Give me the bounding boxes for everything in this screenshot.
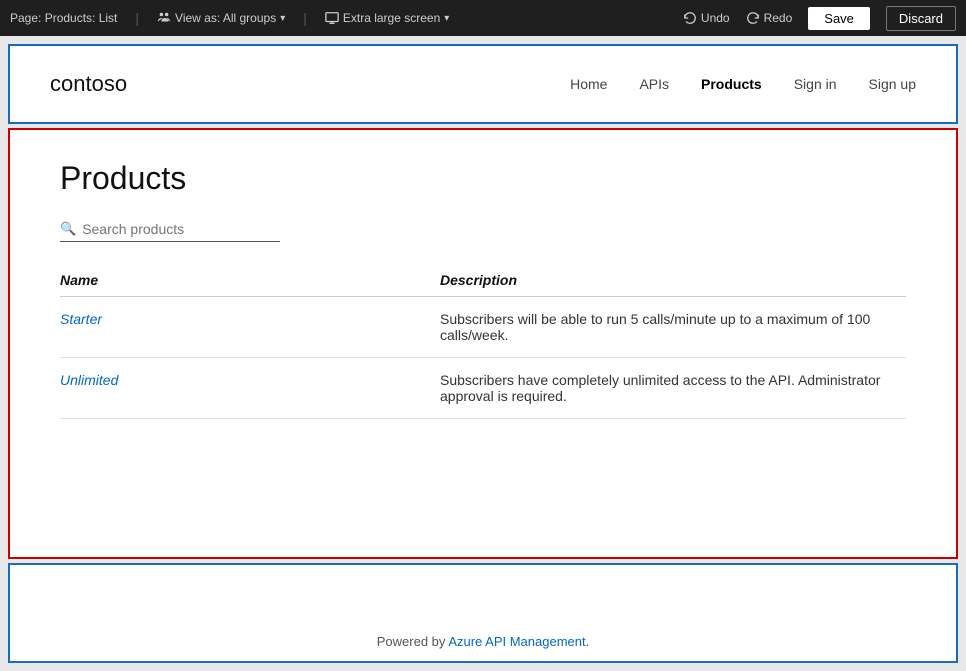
search-input[interactable]	[82, 221, 280, 237]
nav-apis[interactable]: APIs	[639, 76, 669, 92]
content-panel: Products 🔍 Name Description Starter Subs…	[8, 128, 958, 559]
undo-icon	[683, 11, 697, 25]
footer-panel: Powered by Azure API Management.	[8, 563, 958, 663]
main-nav: Home APIs Products Sign in Sign up	[570, 76, 916, 92]
nav-products[interactable]: Products	[701, 76, 762, 92]
product-desc-unlimited: Subscribers have completely unlimited ac…	[440, 358, 906, 419]
product-name-starter: Starter	[60, 297, 440, 358]
redo-label: Redo	[764, 11, 793, 25]
nav-signin[interactable]: Sign in	[794, 76, 837, 92]
page-label: Page: Products: List	[10, 11, 117, 25]
toolbar-sep1: |	[135, 10, 139, 26]
search-icon: 🔍	[60, 221, 76, 237]
header-panel: contoso Home APIs Products Sign in Sign …	[8, 44, 958, 124]
col-name-header: Name	[60, 272, 440, 297]
nav-signup[interactable]: Sign up	[869, 76, 916, 92]
search-wrapper: 🔍	[60, 221, 280, 242]
table-row: Starter Subscribers will be able to run …	[60, 297, 906, 358]
group-icon	[157, 11, 171, 25]
undo-label: Undo	[701, 11, 730, 25]
redo-button[interactable]: Redo	[746, 11, 793, 25]
monitor-icon	[325, 11, 339, 25]
screen-size-chevron: ▾	[444, 13, 449, 24]
view-as-label: View as: All groups	[175, 11, 276, 25]
redo-icon	[746, 11, 760, 25]
product-link-starter[interactable]: Starter	[60, 311, 102, 327]
product-desc-starter: Subscribers will be able to run 5 calls/…	[440, 297, 906, 358]
page-title: Products	[60, 160, 906, 197]
footer-text: Powered by Azure API Management.	[377, 634, 589, 649]
footer-link[interactable]: Azure API Management.	[448, 634, 589, 649]
footer-prefix: Powered by	[377, 634, 449, 649]
brand-logo: contoso	[50, 71, 570, 97]
screen-size-label: Extra large screen	[343, 11, 440, 25]
product-name-unlimited: Unlimited	[60, 358, 440, 419]
view-as-selector[interactable]: View as: All groups ▾	[157, 11, 285, 25]
discard-button[interactable]: Discard	[886, 6, 956, 31]
table-row: Unlimited Subscribers have completely un…	[60, 358, 906, 419]
nav-home[interactable]: Home	[570, 76, 607, 92]
screen-size-selector[interactable]: Extra large screen ▾	[325, 11, 449, 25]
view-as-chevron: ▾	[280, 13, 285, 24]
toolbar-sep2: |	[303, 10, 307, 26]
col-description-header: Description	[440, 272, 906, 297]
main-layout: contoso Home APIs Products Sign in Sign …	[0, 36, 966, 671]
product-link-unlimited[interactable]: Unlimited	[60, 372, 118, 388]
save-button[interactable]: Save	[808, 7, 870, 30]
toolbar: Page: Products: List | View as: All grou…	[0, 0, 966, 36]
products-table: Name Description Starter Subscribers wil…	[60, 272, 906, 419]
undo-button[interactable]: Undo	[683, 11, 730, 25]
